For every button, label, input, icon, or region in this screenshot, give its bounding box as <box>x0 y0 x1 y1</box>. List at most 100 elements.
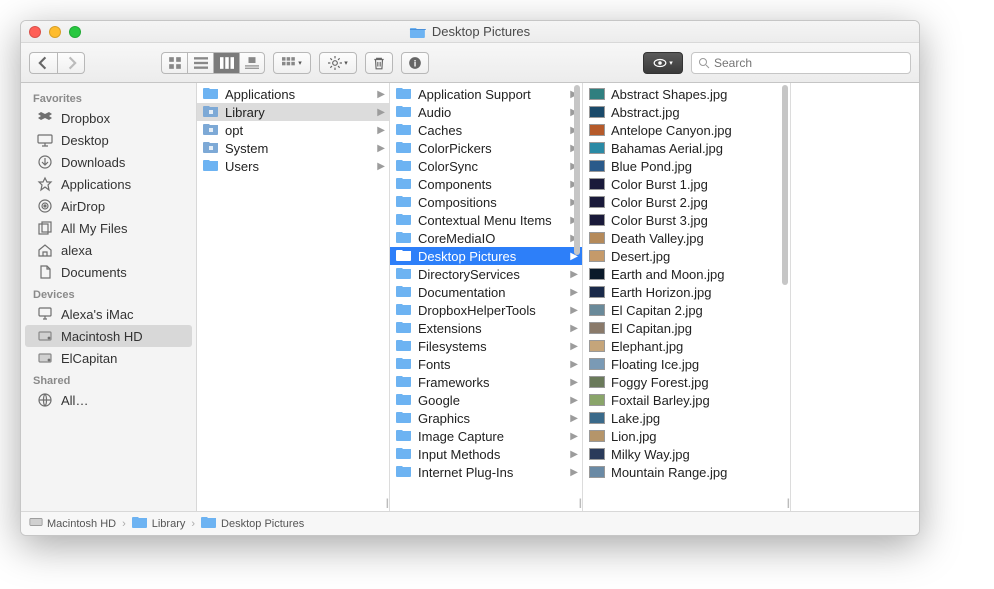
chevron-right-icon: ▶ <box>570 269 578 280</box>
file-row[interactable]: Desert.jpg <box>583 247 790 265</box>
file-row[interactable]: Blue Pond.jpg <box>583 157 790 175</box>
coverflow-view-button[interactable] <box>239 52 265 74</box>
sidebar-item[interactable]: All… <box>21 389 196 411</box>
folder-row[interactable]: Input Methods▶ <box>390 445 582 463</box>
path-label: Desktop Pictures <box>221 518 304 530</box>
sidebar-item[interactable]: ElCapitan <box>21 347 196 369</box>
info-button[interactable]: i <box>401 52 429 74</box>
path-segment[interactable]: Library <box>132 516 186 531</box>
hdd-icon <box>37 328 53 344</box>
search-input[interactable] <box>714 56 904 70</box>
folder-row[interactable]: Caches▶ <box>390 121 582 139</box>
folder-row[interactable]: opt▶ <box>197 121 389 139</box>
scrollbar-thumb[interactable] <box>782 85 788 285</box>
sidebar-item[interactable]: All My Files <box>21 217 196 239</box>
file-row[interactable]: Color Burst 1.jpg <box>583 175 790 193</box>
trash-button[interactable] <box>365 52 393 74</box>
column[interactable]: Applications▶Library▶opt▶System▶Users▶ || <box>197 83 390 511</box>
sidebar-item[interactable]: Dropbox <box>21 107 196 129</box>
path-segment[interactable]: Desktop Pictures <box>201 516 304 531</box>
folder-row[interactable]: Desktop Pictures▶ <box>390 247 582 265</box>
folder-row[interactable]: Image Capture▶ <box>390 427 582 445</box>
file-row[interactable]: Color Burst 3.jpg <box>583 211 790 229</box>
folder-row[interactable]: Contextual Menu Items▶ <box>390 211 582 229</box>
row-label: ColorPickers <box>418 141 492 156</box>
sidebar-item[interactable]: Documents <box>21 261 196 283</box>
column-view-button[interactable] <box>213 52 239 74</box>
sidebar-section-header: Devices <box>21 283 196 303</box>
file-row[interactable]: El Capitan 2.jpg <box>583 301 790 319</box>
folder-row[interactable]: Compositions▶ <box>390 193 582 211</box>
file-row[interactable]: Death Valley.jpg <box>583 229 790 247</box>
path-label: Library <box>152 518 186 530</box>
file-row[interactable]: Abstract.jpg <box>583 103 790 121</box>
sidebar-item[interactable]: Applications <box>21 173 196 195</box>
folder-row[interactable]: Library▶ <box>197 103 389 121</box>
folder-row[interactable]: DropboxHelperTools▶ <box>390 301 582 319</box>
folder-row[interactable]: CoreMediaIO▶ <box>390 229 582 247</box>
row-label: Bahamas Aerial.jpg <box>611 141 723 156</box>
file-row[interactable]: Earth Horizon.jpg <box>583 283 790 301</box>
folder-row[interactable]: Google▶ <box>390 391 582 409</box>
folder-row[interactable]: Graphics▶ <box>390 409 582 427</box>
folder-row[interactable]: Internet Plug-Ins▶ <box>390 463 582 481</box>
file-row[interactable]: Color Burst 2.jpg <box>583 193 790 211</box>
file-row[interactable]: Foxtail Barley.jpg <box>583 391 790 409</box>
file-row[interactable]: Bahamas Aerial.jpg <box>583 139 790 157</box>
sidebar-item[interactable]: alexa <box>21 239 196 261</box>
file-row[interactable]: Milky Way.jpg <box>583 445 790 463</box>
zoom-button[interactable] <box>69 26 81 38</box>
sidebar-item[interactable]: AirDrop <box>21 195 196 217</box>
folder-row[interactable]: Frameworks▶ <box>390 373 582 391</box>
sidebar-item[interactable]: Downloads <box>21 151 196 173</box>
path-segment[interactable]: Macintosh HD <box>29 516 116 531</box>
file-row[interactable]: Foggy Forest.jpg <box>583 373 790 391</box>
sidebar-item[interactable]: Alexa's iMac <box>21 303 196 325</box>
back-button[interactable] <box>29 52 57 74</box>
file-row[interactable]: Elephant.jpg <box>583 337 790 355</box>
minimize-button[interactable] <box>49 26 61 38</box>
search-field[interactable] <box>691 52 911 74</box>
folder-row[interactable]: DirectoryServices▶ <box>390 265 582 283</box>
sidebar-item[interactable]: Macintosh HD <box>25 325 192 347</box>
share-button[interactable]: ▾ <box>643 52 683 74</box>
folder-icon <box>203 123 219 138</box>
folder-row[interactable]: Filesystems▶ <box>390 337 582 355</box>
folder-row[interactable]: Audio▶ <box>390 103 582 121</box>
list-view-button[interactable] <box>187 52 213 74</box>
file-row[interactable]: Abstract Shapes.jpg <box>583 85 790 103</box>
column[interactable]: Application Support▶Audio▶Caches▶ColorPi… <box>390 83 583 511</box>
sidebar-item[interactable]: Desktop <box>21 129 196 151</box>
scrollbar-thumb[interactable] <box>574 85 580 255</box>
column-resize-handle[interactable]: || <box>579 498 580 509</box>
close-button[interactable] <box>29 26 41 38</box>
titlebar[interactable]: Desktop Pictures <box>21 21 919 43</box>
file-row[interactable]: Lion.jpg <box>583 427 790 445</box>
file-row[interactable]: Earth and Moon.jpg <box>583 265 790 283</box>
column[interactable]: Abstract Shapes.jpgAbstract.jpgAntelope … <box>583 83 791 511</box>
folder-row[interactable]: ColorSync▶ <box>390 157 582 175</box>
folder-row[interactable]: Fonts▶ <box>390 355 582 373</box>
action-button[interactable]: ▾ <box>319 52 357 74</box>
file-row[interactable]: Floating Ice.jpg <box>583 355 790 373</box>
file-row[interactable]: Lake.jpg <box>583 409 790 427</box>
column-resize-handle[interactable]: || <box>386 498 387 509</box>
folder-row[interactable]: Documentation▶ <box>390 283 582 301</box>
folder-row[interactable]: Components▶ <box>390 175 582 193</box>
folder-row[interactable]: Users▶ <box>197 157 389 175</box>
arrange-button[interactable]: ▾ <box>273 52 311 74</box>
icon-view-button[interactable] <box>161 52 187 74</box>
file-row[interactable]: Mountain Range.jpg <box>583 463 790 481</box>
folder-row[interactable]: System▶ <box>197 139 389 157</box>
folder-row[interactable]: ColorPickers▶ <box>390 139 582 157</box>
file-row[interactable]: El Capitan.jpg <box>583 319 790 337</box>
folder-row[interactable]: Application Support▶ <box>390 85 582 103</box>
sidebar[interactable]: FavoritesDropboxDesktopDownloadsApplicat… <box>21 83 197 511</box>
file-row[interactable]: Antelope Canyon.jpg <box>583 121 790 139</box>
folder-row[interactable]: Extensions▶ <box>390 319 582 337</box>
forward-button[interactable] <box>57 52 85 74</box>
sidebar-item-label: ElCapitan <box>61 351 117 366</box>
folder-row[interactable]: Applications▶ <box>197 85 389 103</box>
column-resize-handle[interactable]: || <box>787 498 788 509</box>
folder-icon <box>203 105 219 120</box>
